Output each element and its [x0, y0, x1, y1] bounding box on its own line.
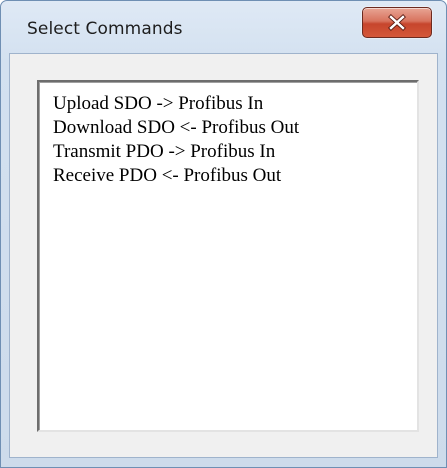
close-button[interactable]	[362, 7, 432, 38]
list-item-transmit-pdo[interactable]: Transmit PDO -> Profibus In	[53, 140, 299, 164]
commands-list: Upload SDO -> Profibus In Download SDO <…	[53, 92, 299, 188]
close-icon	[388, 14, 406, 31]
commands-listbox[interactable]: Upload SDO -> Profibus In Download SDO <…	[37, 80, 419, 432]
list-item-receive-pdo[interactable]: Receive PDO <- Profibus Out	[53, 164, 299, 188]
list-item-upload-sdo[interactable]: Upload SDO -> Profibus In	[53, 92, 299, 116]
title-bar[interactable]: Select Commands	[1, 1, 446, 53]
window-title: Select Commands	[27, 19, 183, 39]
list-item-download-sdo[interactable]: Download SDO <- Profibus Out	[53, 116, 299, 140]
